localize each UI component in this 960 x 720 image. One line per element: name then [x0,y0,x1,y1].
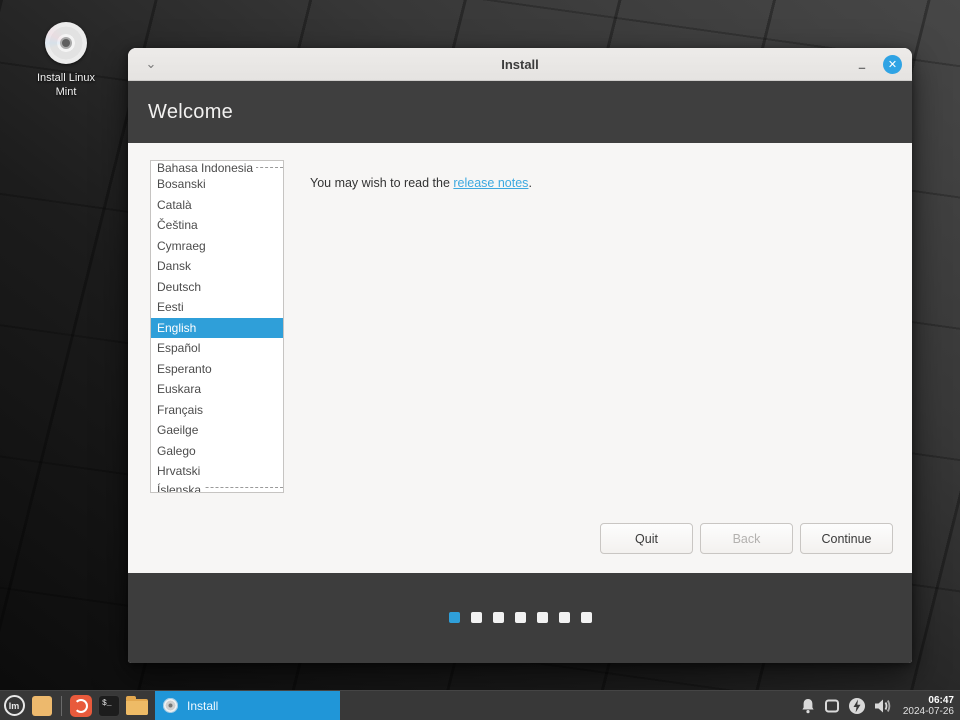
language-list[interactable]: Bahasa Indonesia Bosanski Català Čeština Cym… [150,160,284,493]
mint-logo-icon: lm [3,695,25,716]
removable-media-icon[interactable] [823,697,841,715]
language-row[interactable]: Bosanski [151,174,283,195]
taskbar-window-button-install[interactable]: Install [155,690,340,720]
firefox-icon [70,694,92,717]
desktop-icon-install-linux-mint[interactable]: Install Linux Mint [24,22,108,99]
back-button[interactable]: Back [700,523,793,554]
language-row-partial[interactable]: Bahasa Indonesia [151,161,283,174]
mint-menu-button[interactable]: lm [0,692,28,720]
folder-icon [126,696,148,715]
taskbar-separator [61,695,62,716]
files-launcher[interactable] [123,692,151,720]
language-row[interactable]: Dansk [151,256,283,277]
progress-dot [536,612,548,623]
progress-dot [448,612,460,623]
clock-date: 2024-07-26 [902,705,954,717]
desktop-icon-label: Install Linux Mint [36,72,96,98]
language-row[interactable]: Cymraeg [151,236,283,257]
page-header: Welcome [128,81,912,143]
page-title: Welcome [148,100,234,123]
progress-dot [580,612,592,623]
language-row[interactable]: Galego [151,441,283,462]
clock[interactable]: 06:47 2024-07-26 [903,695,954,717]
release-notes-text: You may wish to read the release notes. [310,176,532,190]
quit-button[interactable]: Quit [600,523,693,554]
wizard-footer [128,573,912,663]
show-desktop-button[interactable] [28,692,56,720]
language-row[interactable]: Gaeilge [151,420,283,441]
language-row[interactable]: Čeština [151,215,283,236]
progress-dots [128,612,912,623]
page-content: Bahasa Indonesia Bosanski Català Čeština Cym… [128,143,912,573]
clock-time: 06:47 [928,694,954,706]
continue-button[interactable]: Continue [800,523,893,554]
terminal-launcher[interactable]: $_ [95,692,123,720]
minimize-button[interactable]: – [853,55,871,74]
titlebar: ⌄ Install – ✕ [128,48,912,81]
language-row[interactable]: Català [151,195,283,216]
notifications-bell-icon[interactable] [799,697,817,715]
release-notes-link[interactable]: release notes [453,176,528,190]
close-button[interactable]: ✕ [883,54,902,74]
taskbar: lm $_ Install 06:47 2024-07-26 [0,690,960,720]
power-battery-icon[interactable] [847,696,867,716]
language-row[interactable]: Deutsch [151,277,283,298]
installer-window: ⌄ Install – ✕ Welcome Bahasa Indonesia Bo… [128,48,912,663]
language-row[interactable]: Hrvatski [151,461,283,482]
language-row[interactable]: Euskara [151,379,283,400]
language-row[interactable]: Español [151,338,283,359]
wizard-buttons: Quit Back Continue [600,523,893,554]
show-desktop-icon [32,695,52,716]
terminal-icon: $_ [98,694,120,717]
language-row[interactable]: Eesti [151,297,283,318]
language-row-partial[interactable]: Íslenska [151,481,283,492]
language-row-selected[interactable]: English [151,317,283,338]
language-row[interactable]: Esperanto [151,359,283,380]
window-title: Install [501,56,539,72]
cd-disc-icon [45,22,87,64]
progress-dot [492,612,504,623]
progress-dot [514,612,526,623]
volume-icon[interactable] [873,697,893,715]
system-tray: 06:47 2024-07-26 [799,695,960,717]
window-menu-chevron-icon[interactable]: ⌄ [136,52,166,76]
language-row[interactable]: Français [151,400,283,421]
progress-dot [558,612,570,623]
taskbar-window-button-label: Install [187,698,219,713]
firefox-launcher[interactable] [67,692,95,720]
progress-dot [470,612,482,623]
install-cd-icon [163,698,178,713]
